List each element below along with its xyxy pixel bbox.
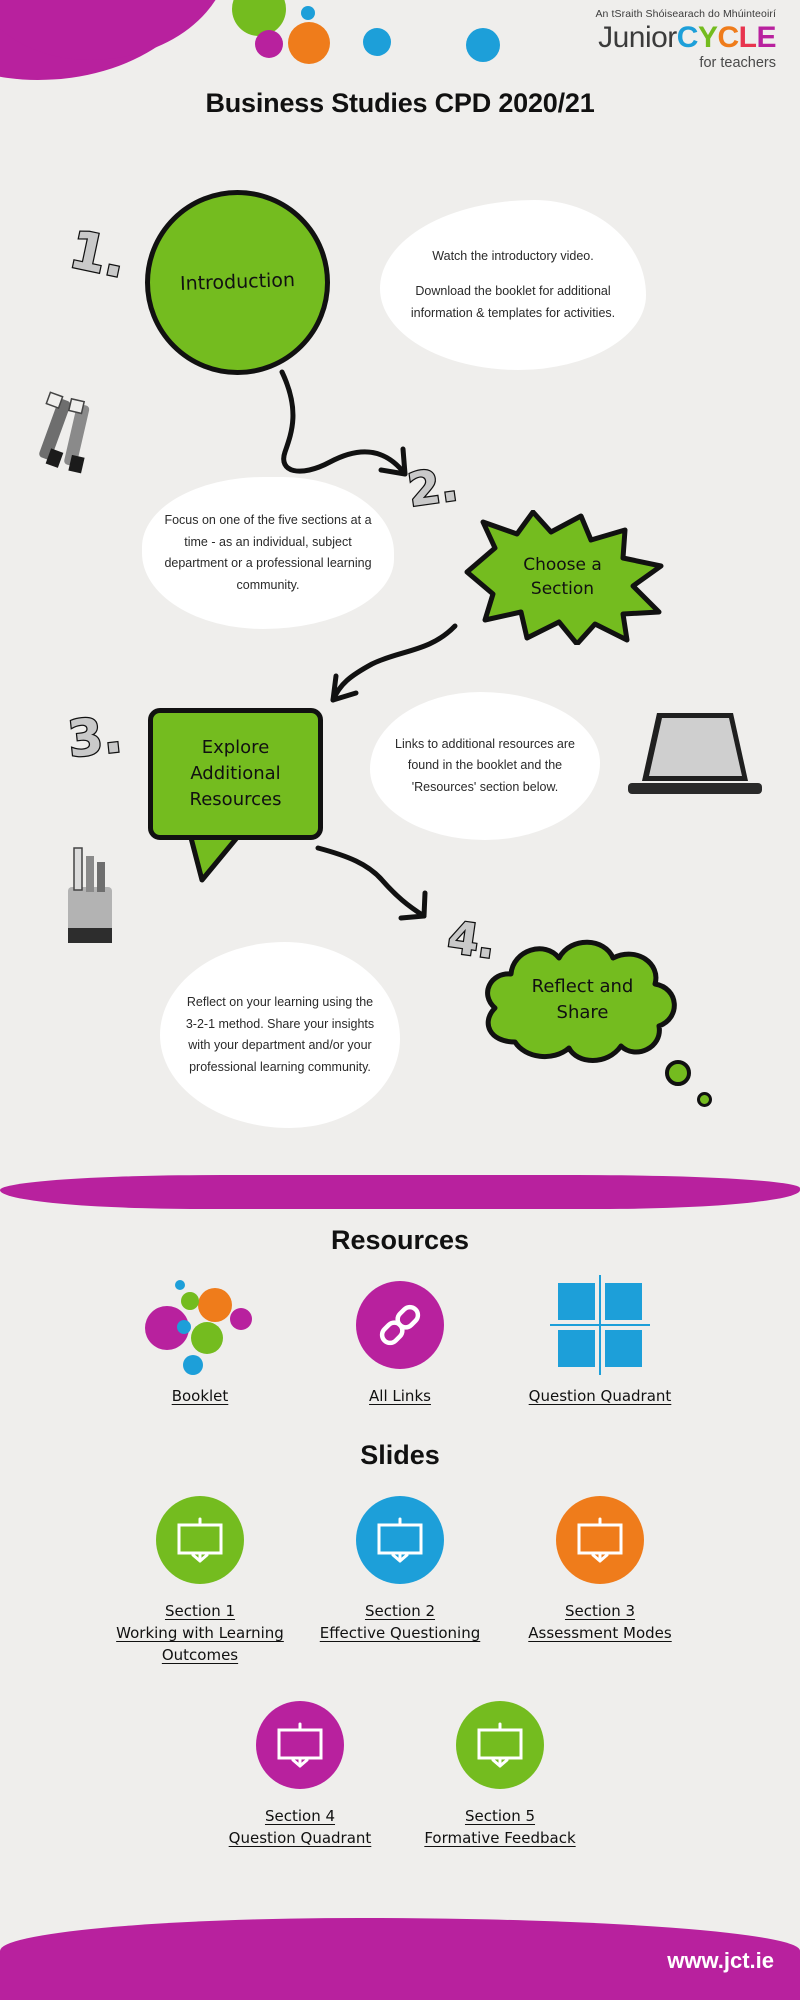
step-1-shape-introduction[interactable]: Introduction [145,190,330,375]
slide-label-section-4: Section 4 Question Quadrant [228,1807,372,1847]
footer-website-url[interactable]: www.jct.ie [667,1948,774,1974]
question-quadrant-icon-wrap [550,1270,650,1380]
step-2-shape-choose-a-section[interactable]: Choose a Section [455,509,670,647]
step-4-label: Reflect and Share [475,930,690,1070]
projector-screen-icon [456,1701,544,1789]
pens-illustration [39,391,90,474]
slide-item-section-1[interactable]: Section 1 Working with Learning Outcomes [100,1485,300,1666]
step-3-label-line1: Explore [201,736,270,758]
projector-screen-icon [256,1701,344,1789]
step-4-note-text: Reflect on your learning using the 3-2-1… [185,995,375,1074]
slide-item-section-2[interactable]: Section 2 Effective Questioning [300,1485,500,1666]
resource-label-question-quadrant: Question Quadrant [528,1387,672,1405]
resource-label-booklet: Booklet [171,1387,229,1405]
step-2-label-line1: Choose a [523,554,602,575]
section-4-icon-wrap [256,1690,344,1800]
step-1-label: Introduction [179,268,296,295]
resource-item-all-links[interactable]: All Links [300,1270,500,1408]
step-3-note-bubble: Links to additional resources are found … [370,692,600,840]
projector-screen-icon [556,1496,644,1584]
step-3-label-line3: Resources [189,789,282,811]
magenta-brush-divider [0,1175,800,1209]
slide-item-section-4[interactable]: Section 4 Question Quadrant [200,1690,400,1850]
slide-label-section-1: Section 1 Working with Learning Outcomes [116,1602,284,1664]
step-3-label-line2: Additional [190,762,281,784]
section-1-icon-wrap [156,1485,244,1595]
step-4-label-line1: Reflect and [531,975,634,997]
step-1-note-line2: Download the booklet for additional info… [410,284,616,320]
section-2-icon-wrap [356,1485,444,1595]
logo-subtitle: for teachers [699,54,776,71]
resource-label-all-links: All Links [369,1387,431,1405]
all-links-icon-wrap [356,1270,444,1380]
step-3-shape-explore-resources[interactable]: Explore Additional Resources [148,708,323,840]
thought-bubble-small-2 [697,1092,712,1107]
slide-item-section-5[interactable]: Section 5 Formative Feedback [400,1690,600,1850]
step-2-label-line2: Section [530,578,595,599]
step-2-number: 2. [403,456,462,519]
step-2-note-bubble: Focus on one of the five sections at a t… [142,477,394,629]
pencil-cup-illustration [68,847,112,943]
logo-letter-l: L [738,21,757,54]
slide-label-section-5: Section 5 Formative Feedback [424,1807,576,1847]
bubble-cluster-icon [145,1280,255,1375]
slide-label-section-2: Section 2 Effective Questioning [319,1602,481,1642]
slides-section-title: Slides [360,1440,440,1470]
resource-item-booklet[interactable]: Booklet [100,1270,300,1408]
section-5-icon-wrap [456,1690,544,1800]
step-4-shape-reflect-and-share[interactable]: Reflect and Share [475,930,690,1070]
resources-section-title: Resources [330,1225,470,1255]
link-chain-icon [356,1281,444,1369]
step-1-note-line1: Watch the introductory video. [432,248,594,263]
slide-label-section-3: Section 3 Assessment Modes [528,1602,672,1642]
junior-cycle-logo: An tSraith Shóisearach do Mhúinteoirí Ju… [595,8,776,71]
section-3-icon-wrap [556,1485,644,1595]
slide-item-section-3[interactable]: Section 3 Assessment Modes [500,1485,700,1666]
laptop-illustration [628,713,762,794]
logo-word-junior: Junior [598,21,677,54]
step-4-label-line2: Share [556,1002,609,1023]
logo-letter-c1: C [676,21,699,54]
step-2-label: Choose a Section [455,510,670,645]
projector-screen-icon [356,1496,444,1584]
step-3-label: Explore Additional Resources [190,735,282,813]
resource-item-question-quadrant[interactable]: Question Quadrant [500,1270,700,1408]
step-3-number: 3. [64,704,126,770]
logo-tagline: An tSraith Shóisearach do Mhúinteoirí [595,8,776,20]
logo-letter-y: Y [697,21,718,54]
projector-screen-icon [156,1496,244,1584]
logo-letter-c2: C [717,21,739,54]
logo-wordmark: JuniorCYCLE [595,22,776,54]
step-3-note-text: Links to additional resources are found … [395,736,575,794]
logo-letter-e: E [756,21,776,54]
step-4-number: 4. [443,911,499,971]
step-2-note-text: Focus on one of the five sections at a t… [164,513,372,592]
page-title: Business Studies CPD 2020/21 [205,88,595,118]
thought-bubble-small-1 [665,1060,691,1086]
quadrant-grid-icon [550,1275,650,1375]
booklet-icon-wrap [145,1270,255,1380]
